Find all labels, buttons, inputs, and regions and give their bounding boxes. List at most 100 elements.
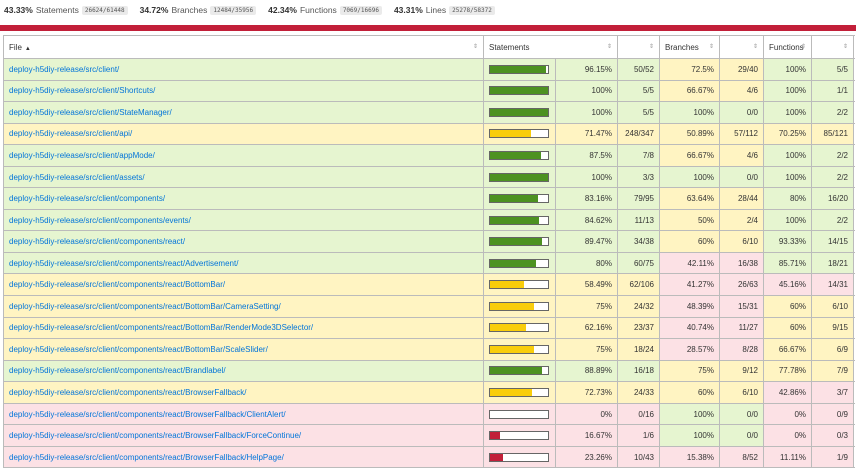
branches-fraction: 2/4 <box>719 208 764 232</box>
file-link[interactable]: deploy-h5diy-release/src/client/componen… <box>9 431 301 440</box>
summary-branches: 34.72% Branches 12484/35956 <box>140 5 257 15</box>
branches-pct: 100% <box>659 424 720 447</box>
file-link[interactable]: deploy-h5diy-release/src/client/componen… <box>9 388 246 397</box>
functions-fraction: 0/9 <box>811 402 854 426</box>
sort-icon: ⇕ <box>472 44 478 50</box>
file-link[interactable]: deploy-h5diy-release/src/client/componen… <box>9 259 238 268</box>
branches-fraction: 8/28 <box>719 338 764 361</box>
statements-pct: 72.73% <box>555 381 618 404</box>
file-link[interactable]: deploy-h5diy-release/src/client/componen… <box>9 345 268 354</box>
file-cell: deploy-h5diy-release/src/client/componen… <box>3 230 484 253</box>
file-link[interactable]: deploy-h5diy-release/src/client/componen… <box>9 323 313 332</box>
column-header-functions[interactable]: Functions ⇕ <box>763 35 812 59</box>
functions-pct: 0% <box>763 402 812 426</box>
table-row: deploy-h5diy-release/src/client/componen… <box>3 359 854 383</box>
branches-pct: 100% <box>659 165 720 189</box>
statements-pct: 62.16% <box>555 316 618 340</box>
statements-pct: 88.89% <box>555 359 618 383</box>
file-link[interactable]: deploy-h5diy-release/src/client/Shortcut… <box>9 86 155 95</box>
branches-pct: 66.67% <box>659 144 720 167</box>
table-row: deploy-h5diy-release/src/client/componen… <box>3 251 854 275</box>
column-header-statements-frac[interactable]: ⇕ <box>617 35 660 59</box>
coverage-bar <box>489 387 549 397</box>
summary-label: Statements <box>35 5 79 15</box>
functions-fraction: 16/20 <box>811 187 854 210</box>
file-link[interactable]: deploy-h5diy-release/src/client/api/ <box>9 129 132 138</box>
file-cell: deploy-h5diy-release/src/client/componen… <box>3 316 484 340</box>
coverage-bar-cell <box>483 359 556 383</box>
statements-pct: 23.26% <box>555 445 618 469</box>
coverage-bar <box>489 86 549 96</box>
coverage-bar-cell <box>483 445 556 469</box>
file-link[interactable]: deploy-h5diy-release/src/client/componen… <box>9 453 284 462</box>
coverage-bar <box>489 409 549 419</box>
file-link[interactable]: deploy-h5diy-release/src/client/appMode/ <box>9 151 155 160</box>
column-header-statements[interactable]: Statements ⇕ <box>483 35 618 59</box>
file-link[interactable]: deploy-h5diy-release/src/client/ <box>9 65 119 74</box>
statements-fraction: 11/13 <box>617 208 660 232</box>
file-link[interactable]: deploy-h5diy-release/src/client/StateMan… <box>9 108 172 117</box>
branches-fraction: 57/112 <box>719 122 764 146</box>
statements-pct: 80% <box>555 251 618 275</box>
file-link[interactable]: deploy-h5diy-release/src/client/assets/ <box>9 173 145 182</box>
table-row: deploy-h5diy-release/src/client/api/ 71.… <box>3 122 854 146</box>
table-row: deploy-h5diy-release/src/client/componen… <box>3 381 854 404</box>
file-link[interactable]: deploy-h5diy-release/src/client/componen… <box>9 280 225 289</box>
branches-fraction: 0/0 <box>719 424 764 447</box>
coverage-bar-fill <box>490 345 534 353</box>
column-header-functions-frac[interactable]: ⇕ <box>811 35 854 59</box>
sort-icon: ⇕ <box>842 44 848 50</box>
functions-pct: 100% <box>763 101 812 124</box>
file-link[interactable]: deploy-h5diy-release/src/client/componen… <box>9 216 191 225</box>
statements-pct: 96.15% <box>555 58 618 81</box>
coverage-bar-fill <box>490 281 524 289</box>
coverage-bar-fill <box>490 87 548 95</box>
coverage-bar-cell <box>483 424 556 447</box>
branches-pct: 50% <box>659 208 720 232</box>
branches-pct: 66.67% <box>659 79 720 103</box>
summary-pct: 43.33% <box>4 5 33 15</box>
branches-pct: 48.39% <box>659 295 720 318</box>
functions-fraction: 14/15 <box>811 230 854 253</box>
file-link[interactable]: deploy-h5diy-release/src/client/componen… <box>9 237 185 246</box>
coverage-bar-cell <box>483 122 556 146</box>
file-link[interactable]: deploy-h5diy-release/src/client/componen… <box>9 410 286 419</box>
branches-pct: 60% <box>659 230 720 253</box>
functions-fraction: 0/3 <box>811 424 854 447</box>
table-row: deploy-h5diy-release/src/client/StateMan… <box>3 101 854 124</box>
coverage-bar <box>489 150 549 160</box>
coverage-bar-cell <box>483 402 556 426</box>
file-link[interactable]: deploy-h5diy-release/src/client/componen… <box>9 302 281 311</box>
functions-pct: 45.16% <box>763 273 812 297</box>
table-row: deploy-h5diy-release/src/client/componen… <box>3 316 854 340</box>
coverage-bar <box>489 64 549 74</box>
file-cell: deploy-h5diy-release/src/client/componen… <box>3 187 484 210</box>
branches-pct: 75% <box>659 359 720 383</box>
branches-pct: 72.5% <box>659 58 720 81</box>
coverage-bar-cell <box>483 295 556 318</box>
file-cell: deploy-h5diy-release/src/client/componen… <box>3 251 484 275</box>
summary-pct: 42.34% <box>268 5 297 15</box>
file-link[interactable]: deploy-h5diy-release/src/client/componen… <box>9 194 165 203</box>
functions-fraction: 5/5 <box>811 58 854 81</box>
file-cell: deploy-h5diy-release/src/client/componen… <box>3 359 484 383</box>
statements-fraction: 60/75 <box>617 251 660 275</box>
table-row: deploy-h5diy-release/src/client/componen… <box>3 230 854 253</box>
functions-pct: 85.71% <box>763 251 812 275</box>
column-header-branches-frac[interactable]: ⇕ <box>719 35 764 59</box>
sort-icon: ⇕ <box>752 44 758 50</box>
column-header-file[interactable]: File ▲ ⇕ <box>3 35 484 59</box>
file-cell: deploy-h5diy-release/src/client/assets/ <box>3 165 484 189</box>
coverage-table-container: File ▲ ⇕ Statements ⇕ ⇕ Branches ⇕ ⇕ Fun… <box>3 35 854 469</box>
statements-fraction: 50/52 <box>617 58 660 81</box>
file-link[interactable]: deploy-h5diy-release/src/client/componen… <box>9 366 226 375</box>
coverage-bar-fill <box>490 173 548 181</box>
file-cell: deploy-h5diy-release/src/client/componen… <box>3 208 484 232</box>
column-header-branches[interactable]: Branches ⇕ <box>659 35 720 59</box>
file-cell: deploy-h5diy-release/src/client/componen… <box>3 273 484 297</box>
branches-fraction: 16/38 <box>719 251 764 275</box>
branches-pct: 15.38% <box>659 445 720 469</box>
file-cell: deploy-h5diy-release/src/client/componen… <box>3 445 484 469</box>
functions-pct: 60% <box>763 316 812 340</box>
table-row: deploy-h5diy-release/src/client/componen… <box>3 208 854 232</box>
